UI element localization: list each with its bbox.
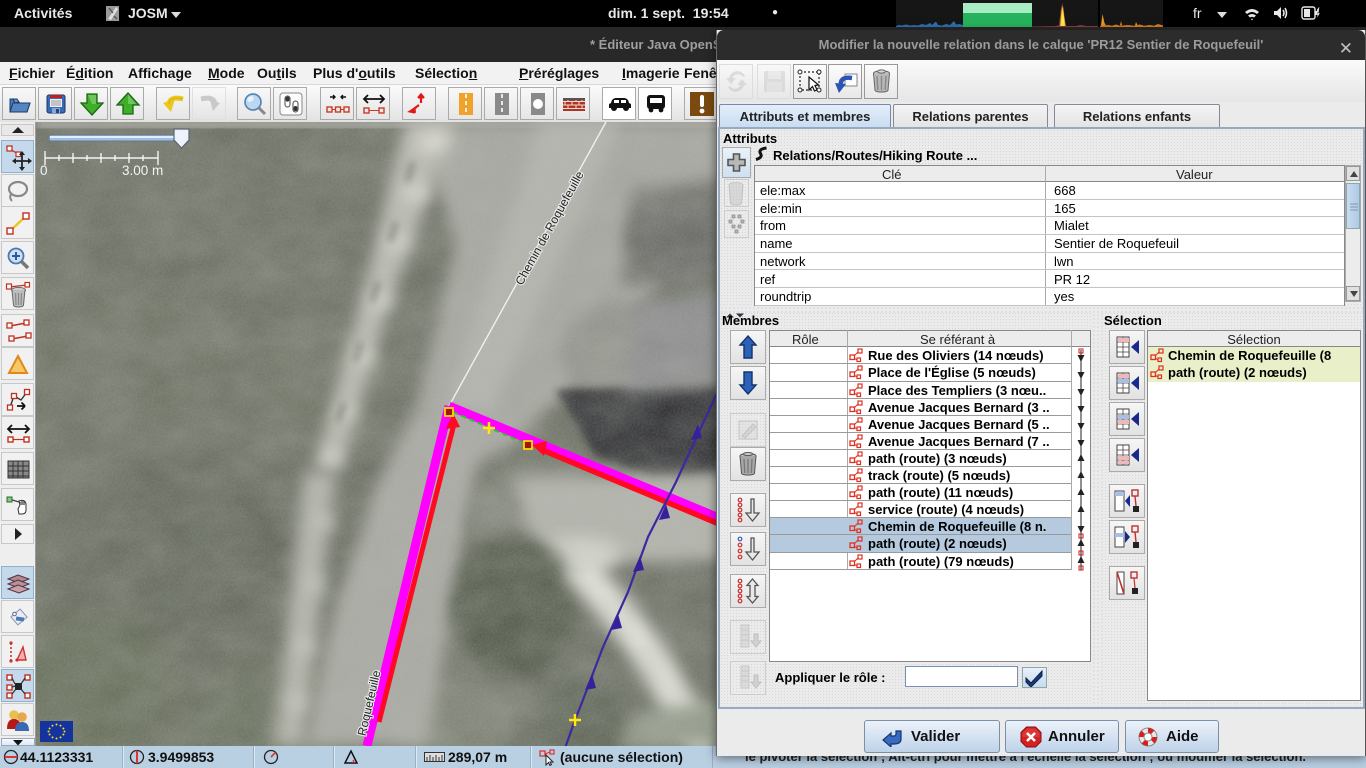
svg-text:0: 0 [40,163,48,178]
svg-text:3.00 m: 3.00 m [122,163,163,178]
